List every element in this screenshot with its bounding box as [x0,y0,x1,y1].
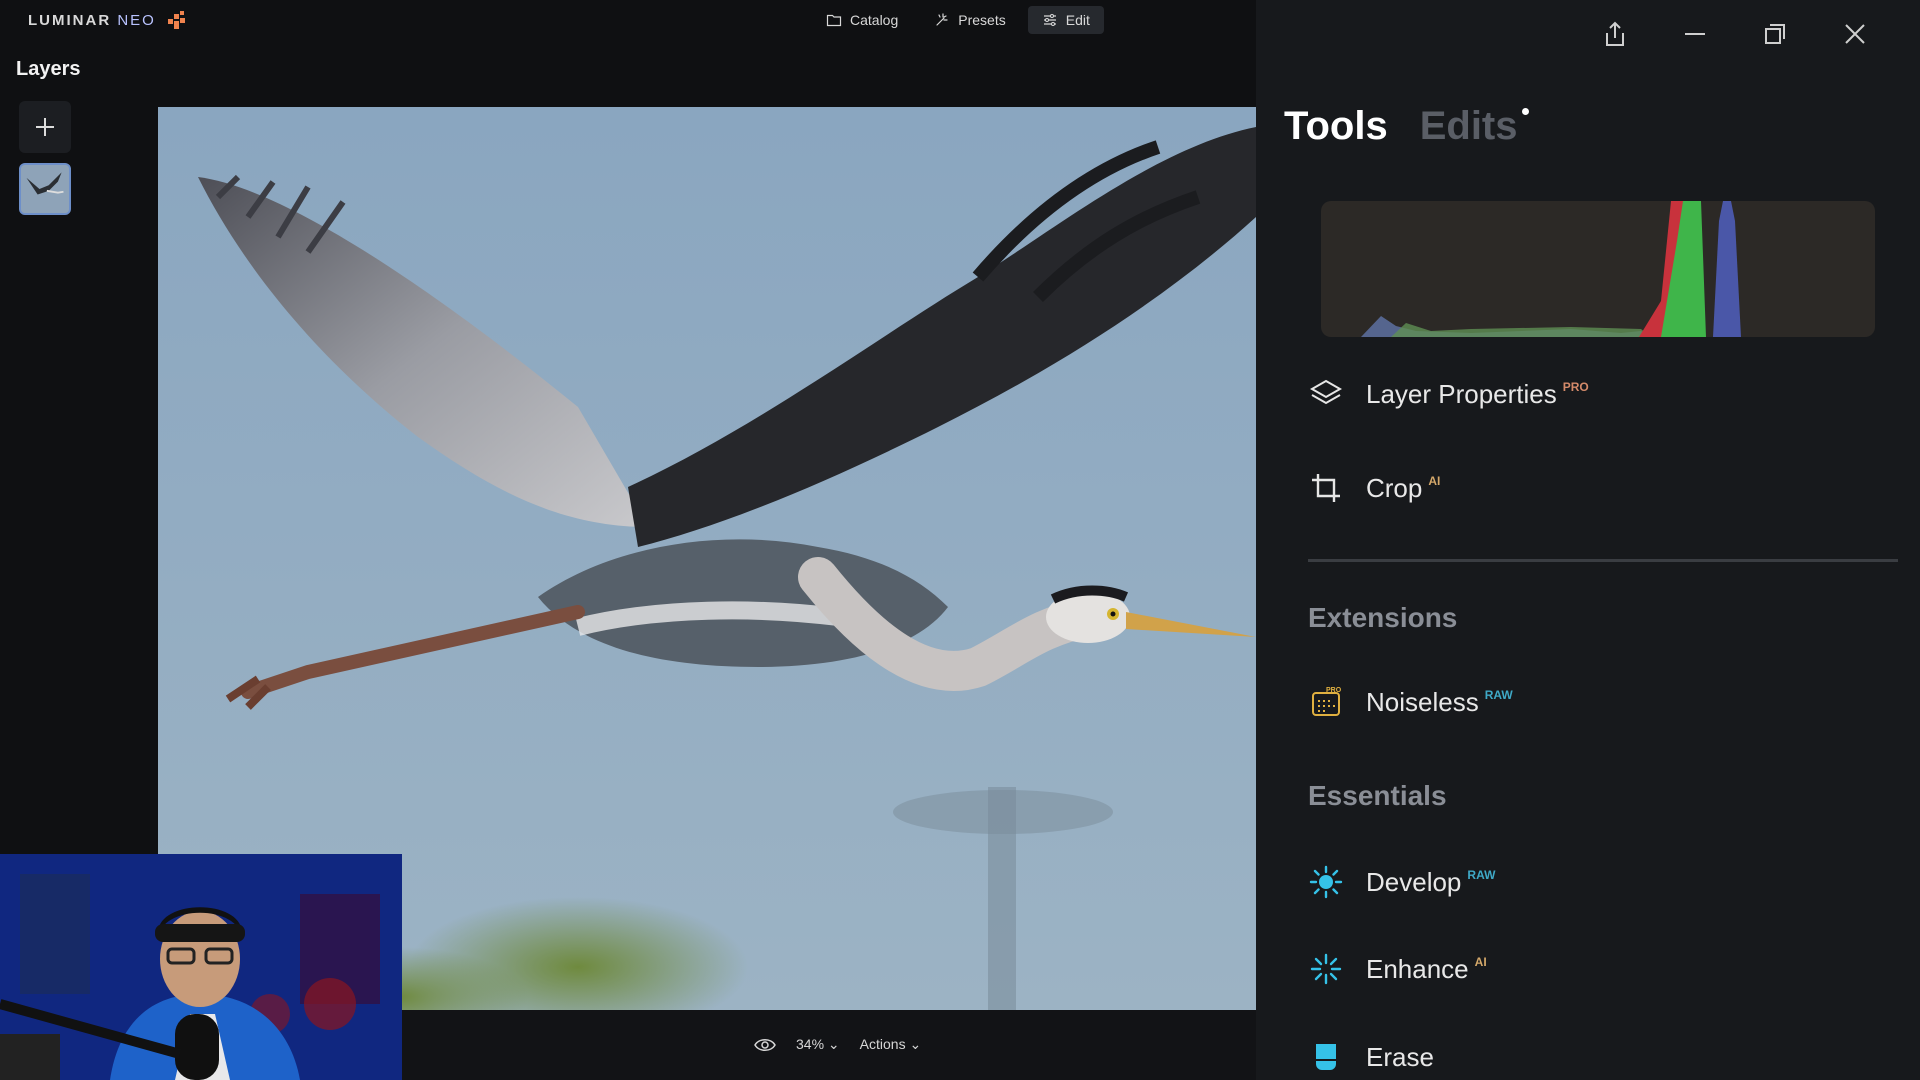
erase-icon [1308,1039,1344,1075]
panel-divider [1308,559,1898,562]
ai-badge: AI [1428,473,1441,488]
sparkle-icon [936,13,948,26]
app-logo: LUMINAR NEO [28,9,188,31]
close-icon [1845,24,1865,44]
zoom-dropdown[interactable]: 34% ⌄ [796,1036,840,1053]
right-panel [1256,0,1920,1080]
tool-crop[interactable]: Crop AI [1308,470,1440,506]
tool-enhance[interactable]: Enhance AI [1308,951,1487,987]
eye-icon[interactable] [754,1037,776,1053]
crop-icon [1308,470,1344,506]
tab-edits[interactable]: Edits [1420,104,1518,149]
noiseless-icon-badge: PRO [1326,687,1342,694]
minimize-button[interactable] [1680,14,1710,54]
pro-badge: PRO [1562,379,1589,394]
actions-label: Actions [859,1036,906,1052]
tool-noiseless[interactable]: PRO Noiseless RAW [1308,684,1513,720]
logo-mark-icon [167,11,185,29]
panel-tabs: Tools Edits [1284,104,1518,149]
tab-tools[interactable]: Tools [1284,104,1388,149]
actions-dropdown[interactable]: Actions ⌄ [860,1036,922,1053]
tool-develop-label: Develop RAW [1366,866,1496,897]
tool-develop[interactable]: Develop RAW [1308,864,1495,900]
ai-badge: AI [1474,954,1487,969]
nav-edit[interactable]: Edit [1027,6,1104,34]
heron-thumbnail-image [21,165,69,213]
restore-button[interactable] [1760,14,1790,54]
nav-catalog-label: Catalog [850,12,899,28]
presenter-webcam-image [0,854,402,1080]
raw-badge: RAW [1484,687,1513,702]
edits-indicator-dot [1522,108,1529,115]
tool-erase[interactable]: Erase [1308,1039,1434,1075]
nav-catalog[interactable]: Catalog [812,6,912,34]
nav-presets[interactable]: Presets [920,6,1019,34]
nav-presets-label: Presets [958,12,1006,28]
tool-enhance-label: Enhance AI [1366,953,1487,984]
tool-layer-properties[interactable]: Layer Properties PRO [1308,376,1589,412]
tool-layer-properties-label: Layer Properties PRO [1366,378,1589,409]
window-controls [1600,14,1870,54]
share-button[interactable] [1600,14,1630,54]
histogram [1321,201,1875,337]
tool-crop-label: Crop AI [1366,472,1441,503]
histogram-graph [1361,201,1741,337]
folder-icon [826,14,842,27]
layers-title: Layers [16,58,81,80]
nav-edit-label: Edit [1065,12,1090,28]
layer-thumbnail[interactable] [19,163,71,215]
plus-icon [36,118,54,136]
logo-text: LUMINAR NEO [28,11,156,29]
raw-badge: RAW [1467,867,1496,882]
bottom-bar-controls: 34% ⌄ Actions ⌄ [754,1036,921,1053]
sun-icon [1308,864,1344,900]
chevron-down-icon: ⌄ [827,1036,840,1052]
main-nav: Catalog Presets Edit [812,6,1104,34]
restore-icon [1765,24,1785,44]
close-button[interactable] [1840,14,1870,54]
section-essentials-title: Essentials [1308,780,1447,811]
section-extensions-title: Extensions [1308,602,1458,633]
bottom-bar: 34% ⌄ Actions ⌄ [402,1010,1256,1080]
sliders-icon [1043,14,1056,26]
noiseless-icon: PRO [1308,684,1344,720]
minimize-icon [1685,33,1705,35]
tool-noiseless-label: Noiseless RAW [1366,686,1513,717]
chevron-down-icon: ⌄ [909,1036,922,1052]
top-bar: LUMINAR NEO Catalog Presets Edit [0,0,1256,40]
webcam-overlay [0,854,402,1080]
share-icon [1606,21,1624,46]
enhance-icon [1308,951,1344,987]
tool-erase-label: Erase [1366,1041,1434,1072]
add-layer-button[interactable] [19,101,71,153]
zoom-value: 34% [796,1036,825,1052]
layers-icon [1308,376,1344,412]
